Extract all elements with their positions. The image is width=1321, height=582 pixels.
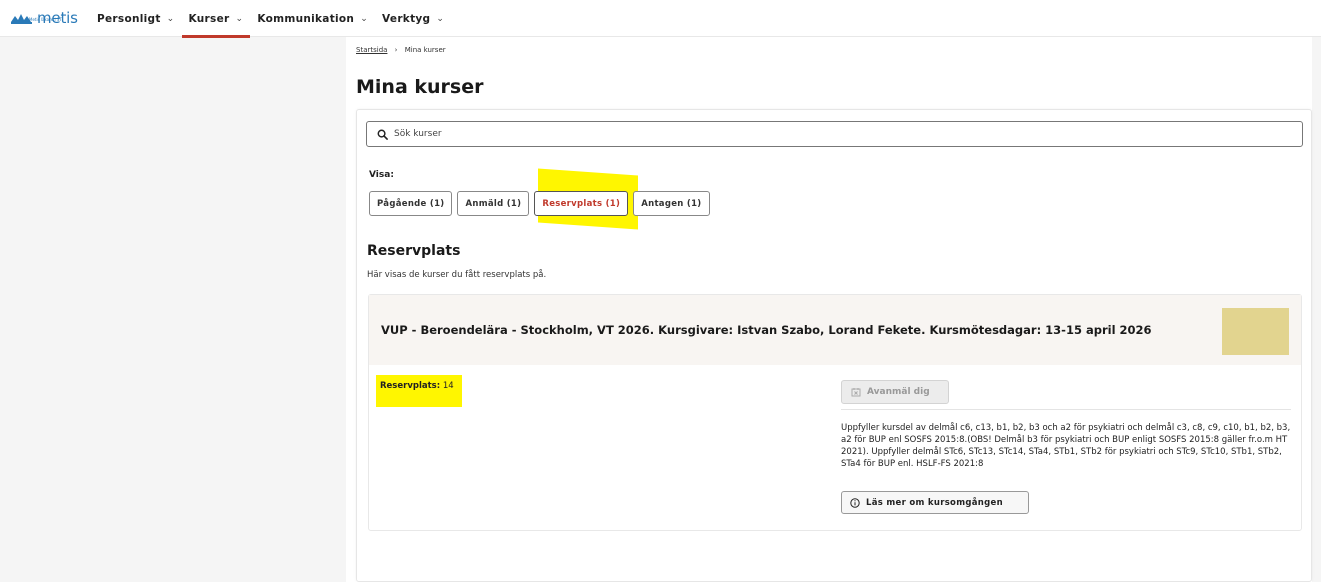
- chevron-down-icon: ⌄: [436, 13, 445, 24]
- course-title[interactable]: VUP - Beroendelära - Stockholm, VT 2026.…: [381, 323, 1152, 337]
- breadcrumb-separator: ›: [394, 46, 398, 54]
- filter-anmald-button[interactable]: Anmäld (1): [457, 191, 530, 216]
- chevron-down-icon: ⌄: [360, 13, 369, 24]
- highlight-marker: [376, 375, 462, 407]
- courses-card: Visa: Pågående (1) Anmäld (1) Reservplat…: [356, 109, 1312, 582]
- breadcrumb: Startsida › Mina kurser: [356, 46, 446, 54]
- top-navigation-bar: metis Metis läkare i ST Personligt ⌄ Kur…: [0, 0, 1321, 38]
- course-image: [1222, 308, 1289, 355]
- filter-pagaende-button[interactable]: Pågående (1): [369, 191, 453, 216]
- course-item: VUP - Beroendelära - Stockholm, VT 2026.…: [368, 294, 1302, 531]
- nav-item-kurser[interactable]: Kurser ⌄: [181, 0, 251, 38]
- course-description: Uppfyller kursdel av delmål c6, c13, b1,…: [841, 423, 1291, 469]
- main-nav: Personligt ⌄ Kurser ⌄ Kommunikation ⌄ Ve…: [90, 0, 451, 38]
- filter-antagen-button[interactable]: Antagen (1): [633, 191, 710, 216]
- chevron-down-icon: ⌄: [235, 13, 244, 24]
- search-input[interactable]: [394, 129, 1274, 139]
- course-header: VUP - Beroendelära - Stockholm, VT 2026.…: [369, 295, 1301, 365]
- nav-item-label: Verktyg: [382, 12, 431, 25]
- page-title: Mina kurser: [356, 76, 484, 98]
- breadcrumb-home-link[interactable]: Startsida: [356, 46, 387, 54]
- nav-item-verktyg[interactable]: Verktyg ⌄: [375, 0, 451, 37]
- unregister-button[interactable]: Avanmäl dig: [841, 380, 949, 404]
- filter-buttons: Pågående (1) Anmäld (1) Reservplats (1) …: [369, 191, 710, 216]
- section-title: Reservplats: [367, 243, 461, 259]
- section-description: Här visas de kurser du fått reservplats …: [367, 270, 547, 280]
- info-icon: [850, 497, 860, 508]
- nav-item-personligt[interactable]: Personligt ⌄: [90, 0, 182, 37]
- read-more-button[interactable]: Läs mer om kursomgången: [841, 491, 1029, 514]
- chevron-down-icon: ⌄: [166, 13, 175, 24]
- reserve-label: Reservplats:: [380, 381, 441, 391]
- calendar-x-icon: [851, 388, 861, 397]
- main-content: Startsida › Mina kurser Mina kurser Visa…: [346, 37, 1312, 582]
- logo-tagline: Metis läkare i ST: [29, 17, 62, 22]
- nav-item-label: Personligt: [97, 12, 161, 25]
- divider: [841, 409, 1291, 410]
- nav-item-kommunikation[interactable]: Kommunikation ⌄: [250, 0, 375, 37]
- filter-reservplats-button[interactable]: Reservplats (1): [534, 191, 629, 216]
- search-icon: [377, 129, 388, 140]
- read-more-label: Läs mer om kursomgången: [866, 497, 1003, 508]
- nav-item-label: Kurser: [188, 12, 230, 25]
- reserve-position: Reservplats: 14: [380, 381, 454, 391]
- unregister-label: Avanmäl dig: [867, 387, 930, 397]
- search-box[interactable]: [366, 121, 1303, 147]
- breadcrumb-current: Mina kurser: [404, 46, 446, 54]
- nav-item-label: Kommunikation: [257, 12, 355, 25]
- filter-label: Visa:: [369, 170, 394, 180]
- reserve-value: 14: [442, 381, 454, 391]
